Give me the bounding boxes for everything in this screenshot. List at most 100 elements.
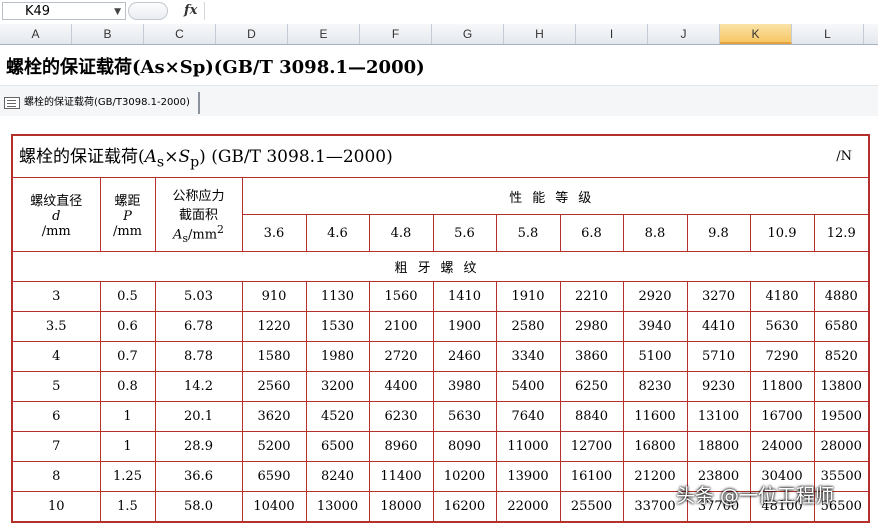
table-cell: 1 <box>99 401 156 432</box>
table-cell: 6230 <box>368 401 434 432</box>
table-cell: 58.0 <box>154 491 243 523</box>
table-cell: 1410 <box>432 281 497 312</box>
table-cell: 4400 <box>368 371 434 402</box>
table-cell: 1900 <box>432 311 497 342</box>
table-cell: 25500 <box>559 491 624 523</box>
sheet-title: 螺栓的保证载荷(As×Sp)(GB/T 3098.1—2000) <box>6 57 425 78</box>
table-cell: 2720 <box>368 341 434 372</box>
table-cell: 1 <box>99 431 156 462</box>
table-cell: 0.8 <box>99 371 156 402</box>
table-cell: 8 <box>11 461 101 492</box>
table-cell: 3 <box>11 281 101 312</box>
column-header-j[interactable]: J <box>648 24 720 44</box>
table-cell: 3200 <box>305 371 370 402</box>
insert-function-icon[interactable]: fx <box>184 2 197 20</box>
table-cell: 11400 <box>368 461 434 492</box>
table-cell: 11800 <box>749 371 815 402</box>
table-row: 3.5 0.6 6.78 1220 1530 2100 1900 2580 2980 3940 44… <box>11 311 870 342</box>
formula-input[interactable] <box>204 2 878 20</box>
table-cell: 11000 <box>495 431 561 462</box>
table-cell: 9230 <box>686 371 751 402</box>
header-stress-area: 公称应力 截面积 As/mm2 <box>154 177 243 252</box>
column-header-e[interactable]: E <box>288 24 360 44</box>
table-cell: 14.2 <box>154 371 243 402</box>
table-cell: 5630 <box>749 311 815 342</box>
cell-reference: K49 <box>25 4 51 19</box>
title-row[interactable]: 螺栓的保证载荷(As×Sp)(GB/T 3098.1—2000) <box>0 45 878 86</box>
watermark: 头条 @一位工程师 <box>676 485 835 507</box>
formula-bar: K49 ▼ fx <box>0 0 878 25</box>
table-cell: 11600 <box>622 401 688 432</box>
table-cell: 0.7 <box>99 341 156 372</box>
grade-cell: 10.9 <box>749 214 815 252</box>
table-cell: 10 <box>11 491 101 523</box>
table-cell: 13100 <box>686 401 751 432</box>
table-row: 3 0.5 5.03 910 1130 1560 1410 1910 2210 2920 3270 4… <box>11 281 870 312</box>
column-header-h[interactable]: H <box>504 24 576 44</box>
table-cell: 2920 <box>622 281 688 312</box>
table-cell: 3860 <box>559 341 624 372</box>
table-cell: 1910 <box>495 281 561 312</box>
table-cell: 10400 <box>241 491 307 523</box>
object-tab[interactable]: 螺栓的保证载荷(GB/T3098.1-2000) <box>4 92 200 114</box>
column-header-c[interactable]: C <box>144 24 216 44</box>
table-cell: 6 <box>11 401 101 432</box>
table-cell: 8.78 <box>154 341 243 372</box>
table-cell: 12700 <box>559 431 624 462</box>
table-cell: 3340 <box>495 341 561 372</box>
column-header-f[interactable]: F <box>360 24 432 44</box>
header-pitch: 螺距 P /mm <box>99 177 156 252</box>
table-cell: 16700 <box>749 401 815 432</box>
table-cell: 1530 <box>305 311 370 342</box>
table-cell: 4520 <box>305 401 370 432</box>
column-header-i[interactable]: I <box>576 24 648 44</box>
table-cell: 2100 <box>368 311 434 342</box>
grade-cell: 8.8 <box>622 214 688 252</box>
table-cell: 3620 <box>241 401 307 432</box>
column-header-a[interactable]: A <box>0 24 72 44</box>
table-cell: 2210 <box>559 281 624 312</box>
table-cell: 24000 <box>749 431 815 462</box>
table-cell: 18800 <box>686 431 751 462</box>
table-row: 6 1 20.1 3620 4520 6230 5630 7640 8840 11600 13100… <box>11 401 870 432</box>
table-cell: 7 <box>11 431 101 462</box>
table-row: 4 0.7 8.78 1580 1980 2720 2460 3340 3860 5100 5710… <box>11 341 870 372</box>
column-header-l[interactable]: L <box>792 24 864 44</box>
chevron-down-icon[interactable]: ▼ <box>114 3 121 21</box>
table-cell: 6580 <box>813 311 870 342</box>
column-header-g[interactable]: G <box>432 24 504 44</box>
name-box[interactable]: K49 ▼ <box>2 2 126 20</box>
table-cell: 2560 <box>241 371 307 402</box>
table-cell: 13800 <box>813 371 870 402</box>
table-cell: 4410 <box>686 311 751 342</box>
table-cell: 20.1 <box>154 401 243 432</box>
table-row: 5 0.8 14.2 2560 3200 4400 3980 5400 6250 8230 9230… <box>11 371 870 402</box>
table-cell: 36.6 <box>154 461 243 492</box>
table-cell: 22000 <box>495 491 561 523</box>
table-row: 7 1 28.9 5200 6500 8960 8090 11000 12700 16800 188… <box>11 431 870 462</box>
table-cell: 2980 <box>559 311 624 342</box>
table-cell: 3980 <box>432 371 497 402</box>
table-cell: 28000 <box>813 431 870 462</box>
proof-load-table: 螺栓的保证载荷(As×Sp) (GB/T 3098.1—2000) /N 螺纹直… <box>11 134 870 523</box>
table-cell: 6590 <box>241 461 307 492</box>
table-cell: 1980 <box>305 341 370 372</box>
column-header-d[interactable]: D <box>216 24 288 44</box>
table-cell: 2460 <box>432 341 497 372</box>
column-header-k[interactable]: K <box>720 24 792 44</box>
table-cell: 5710 <box>686 341 751 372</box>
table-cell: 8520 <box>813 341 870 372</box>
column-header-b[interactable]: B <box>72 24 144 44</box>
table-cell: 4880 <box>813 281 870 312</box>
unit-label: /N <box>836 149 852 164</box>
table-cell: 2580 <box>495 311 561 342</box>
formula-bar-splitter[interactable] <box>128 2 168 20</box>
table-cell: 4180 <box>749 281 815 312</box>
table-cell: 5.03 <box>154 281 243 312</box>
table-cell: 1130 <box>305 281 370 312</box>
table-cell: 3270 <box>686 281 751 312</box>
grade-cell: 12.9 <box>813 214 870 252</box>
grade-cell: 3.6 <box>241 214 307 252</box>
table-cell: 19500 <box>813 401 870 432</box>
table-cell: 10200 <box>432 461 497 492</box>
